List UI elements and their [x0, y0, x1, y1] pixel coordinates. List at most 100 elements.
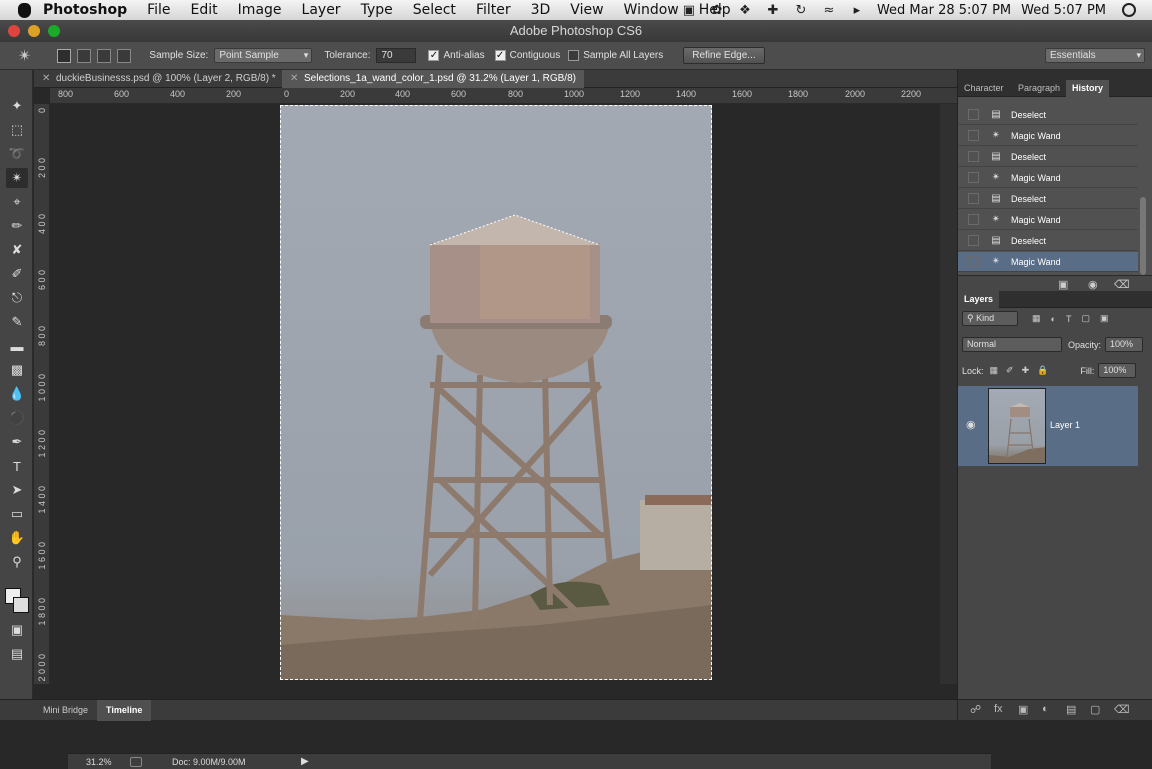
brightness-icon[interactable]: ✿	[709, 3, 725, 18]
filter-smart-icon[interactable]: ▣	[1100, 313, 1109, 324]
timeline-tab[interactable]: Timeline	[97, 699, 152, 721]
lock-transparent-icon[interactable]: ▦	[990, 365, 999, 376]
close-window-icon[interactable]	[8, 25, 20, 37]
eraser-tool-icon[interactable]: ▬	[6, 336, 28, 356]
spotlight-search-icon[interactable]	[1122, 3, 1136, 17]
menu-window[interactable]: Window	[624, 2, 679, 18]
zoom-window-icon[interactable]	[48, 25, 60, 37]
filter-adjust-icon[interactable]: ◐	[1051, 314, 1056, 324]
status-info-icon[interactable]	[130, 756, 142, 767]
zoom-tool-icon[interactable]: ⚲	[6, 552, 28, 572]
screen-icon[interactable]: ▣	[681, 3, 697, 18]
refine-edge-button[interactable]: Refine Edge...	[683, 47, 765, 64]
crop-tool-icon[interactable]: ⌖	[6, 192, 28, 212]
intersect-selection-icon[interactable]	[117, 48, 132, 63]
sync-icon[interactable]: ↻	[793, 3, 809, 18]
adjustment-layer-icon[interactable]: ◐	[1042, 703, 1049, 715]
brush-tool-icon[interactable]: ✐	[6, 264, 28, 284]
volume-icon[interactable]: ▸	[849, 3, 865, 18]
dropbox-icon[interactable]: ❖	[737, 3, 753, 18]
menu-file[interactable]: File	[147, 2, 170, 18]
layer-row[interactable]: ◉ Layer 1	[958, 386, 1138, 466]
menu-view[interactable]: View	[570, 2, 603, 18]
magic-wand-tool-preset-icon[interactable]: ✴	[18, 46, 31, 66]
new-document-from-state-icon[interactable]: ▣	[1058, 278, 1068, 291]
menu-filter[interactable]: Filter	[476, 2, 511, 18]
contiguous-checkbox[interactable]: ✓	[494, 50, 506, 61]
menu-clock-2[interactable]: Wed 5:07 PM	[1021, 3, 1106, 18]
tab-selections-wand[interactable]: ✕ Selections_1a_wand_color_1.psd @ 31.2%…	[282, 70, 584, 88]
healing-brush-tool-icon[interactable]: ✘	[6, 240, 28, 260]
close-tab-icon[interactable]: ✕	[42, 70, 50, 88]
magic-wand-tool-icon[interactable]: ✴	[6, 168, 28, 188]
history-item[interactable]: ✴ Magic Wand	[958, 210, 1138, 230]
history-item[interactable]: ✴ Magic Wand	[958, 126, 1138, 146]
delete-layer-icon[interactable]: ⌫	[1114, 703, 1130, 716]
menu-clock[interactable]: Wed Mar 28 5:07 PM	[877, 3, 1011, 18]
add-selection-icon[interactable]	[77, 48, 92, 63]
new-group-icon[interactable]: ▤	[1066, 703, 1076, 716]
snapshot-camera-icon[interactable]: ◉	[1088, 278, 1098, 291]
filter-shape-icon[interactable]: ▢	[1081, 313, 1090, 324]
vertical-scrollbar[interactable]	[940, 104, 957, 684]
menu-select[interactable]: Select	[413, 2, 456, 18]
tolerance-input[interactable]: 70	[376, 48, 417, 63]
lock-image-icon[interactable]: ✐	[1006, 365, 1014, 376]
hand-tool-icon[interactable]: ✋	[6, 528, 28, 548]
apple-icon[interactable]	[18, 2, 31, 18]
wifi-icon[interactable]: ≈	[821, 3, 837, 18]
lock-position-icon[interactable]: ✚	[1022, 365, 1030, 376]
new-selection-icon[interactable]	[57, 48, 72, 63]
workspace-select[interactable]: Essentials	[1045, 48, 1145, 63]
tab-paragraph[interactable]: Paragraph	[1012, 80, 1066, 97]
rectangle-tool-icon[interactable]: ▭	[6, 504, 28, 524]
status-menu-arrow-icon[interactable]: ▶	[301, 756, 309, 767]
quick-mask-icon[interactable]: ▣	[6, 620, 28, 640]
eye-icon[interactable]: ◉	[966, 418, 976, 431]
history-brush-tool-icon[interactable]: ✎	[6, 312, 28, 332]
dodge-tool-icon[interactable]: ⚫	[6, 408, 28, 428]
blend-mode-select[interactable]: Normal	[962, 337, 1062, 352]
history-item-selected[interactable]: ✴ Magic Wand	[958, 252, 1138, 272]
add-mask-icon[interactable]: ▣	[1018, 703, 1028, 716]
history-scrollbar[interactable]	[1140, 197, 1146, 275]
type-tool-icon[interactable]: T	[6, 456, 28, 476]
history-item[interactable]: ▤ Deselect	[958, 105, 1138, 125]
close-tab-icon[interactable]: ✕	[290, 70, 298, 88]
menu-edit[interactable]: Edit	[191, 2, 218, 18]
marquee-tool-icon[interactable]: ⬚	[6, 120, 28, 140]
history-item[interactable]: ▤ Deselect	[958, 231, 1138, 251]
menu-type[interactable]: Type	[361, 2, 393, 18]
filter-image-icon[interactable]: ▦	[1032, 313, 1041, 324]
background-color-swatch[interactable]	[13, 597, 29, 613]
history-item[interactable]: ✴ Magic Wand	[958, 168, 1138, 188]
move-tool-icon[interactable]: ✦	[6, 96, 28, 116]
menu-3d[interactable]: 3D	[531, 2, 551, 18]
tab-character[interactable]: Character	[958, 80, 1010, 97]
water-tower-photo[interactable]	[280, 105, 712, 680]
pen-tool-icon[interactable]: ✒	[6, 432, 28, 452]
menu-app-name[interactable]: Photoshop	[43, 2, 127, 18]
menu-layer[interactable]: Layer	[302, 2, 341, 18]
filter-type-icon[interactable]: T	[1066, 314, 1072, 324]
gradient-tool-icon[interactable]: ▩	[6, 360, 28, 380]
menu-image[interactable]: Image	[238, 2, 282, 18]
clone-stamp-tool-icon[interactable]: ⎋	[6, 288, 28, 308]
trash-icon[interactable]: ⌫	[1114, 278, 1130, 291]
lock-all-icon[interactable]: 🔒	[1037, 365, 1048, 376]
eyedropper-tool-icon[interactable]: ✏	[6, 216, 28, 236]
fill-input[interactable]: 100%	[1098, 363, 1137, 378]
fx-icon[interactable]: fx	[994, 703, 1003, 715]
sample-size-select[interactable]: Point Sample	[214, 48, 313, 63]
layer-filter-kind[interactable]: ⚲ Kind	[962, 311, 1018, 326]
blur-tool-icon[interactable]: 💧	[6, 384, 28, 404]
path-selection-tool-icon[interactable]: ➤	[6, 480, 28, 500]
subtract-selection-icon[interactable]	[97, 48, 112, 63]
history-item[interactable]: ▤ Deselect	[958, 147, 1138, 167]
sample-all-layers-checkbox[interactable]	[568, 50, 580, 61]
screen-mode-icon[interactable]: ▤	[6, 644, 28, 664]
opacity-input[interactable]: 100%	[1105, 337, 1144, 352]
minimize-window-icon[interactable]	[28, 25, 40, 37]
lasso-tool-icon[interactable]: ➰	[6, 144, 28, 164]
plus-icon[interactable]: ✚	[765, 3, 781, 18]
